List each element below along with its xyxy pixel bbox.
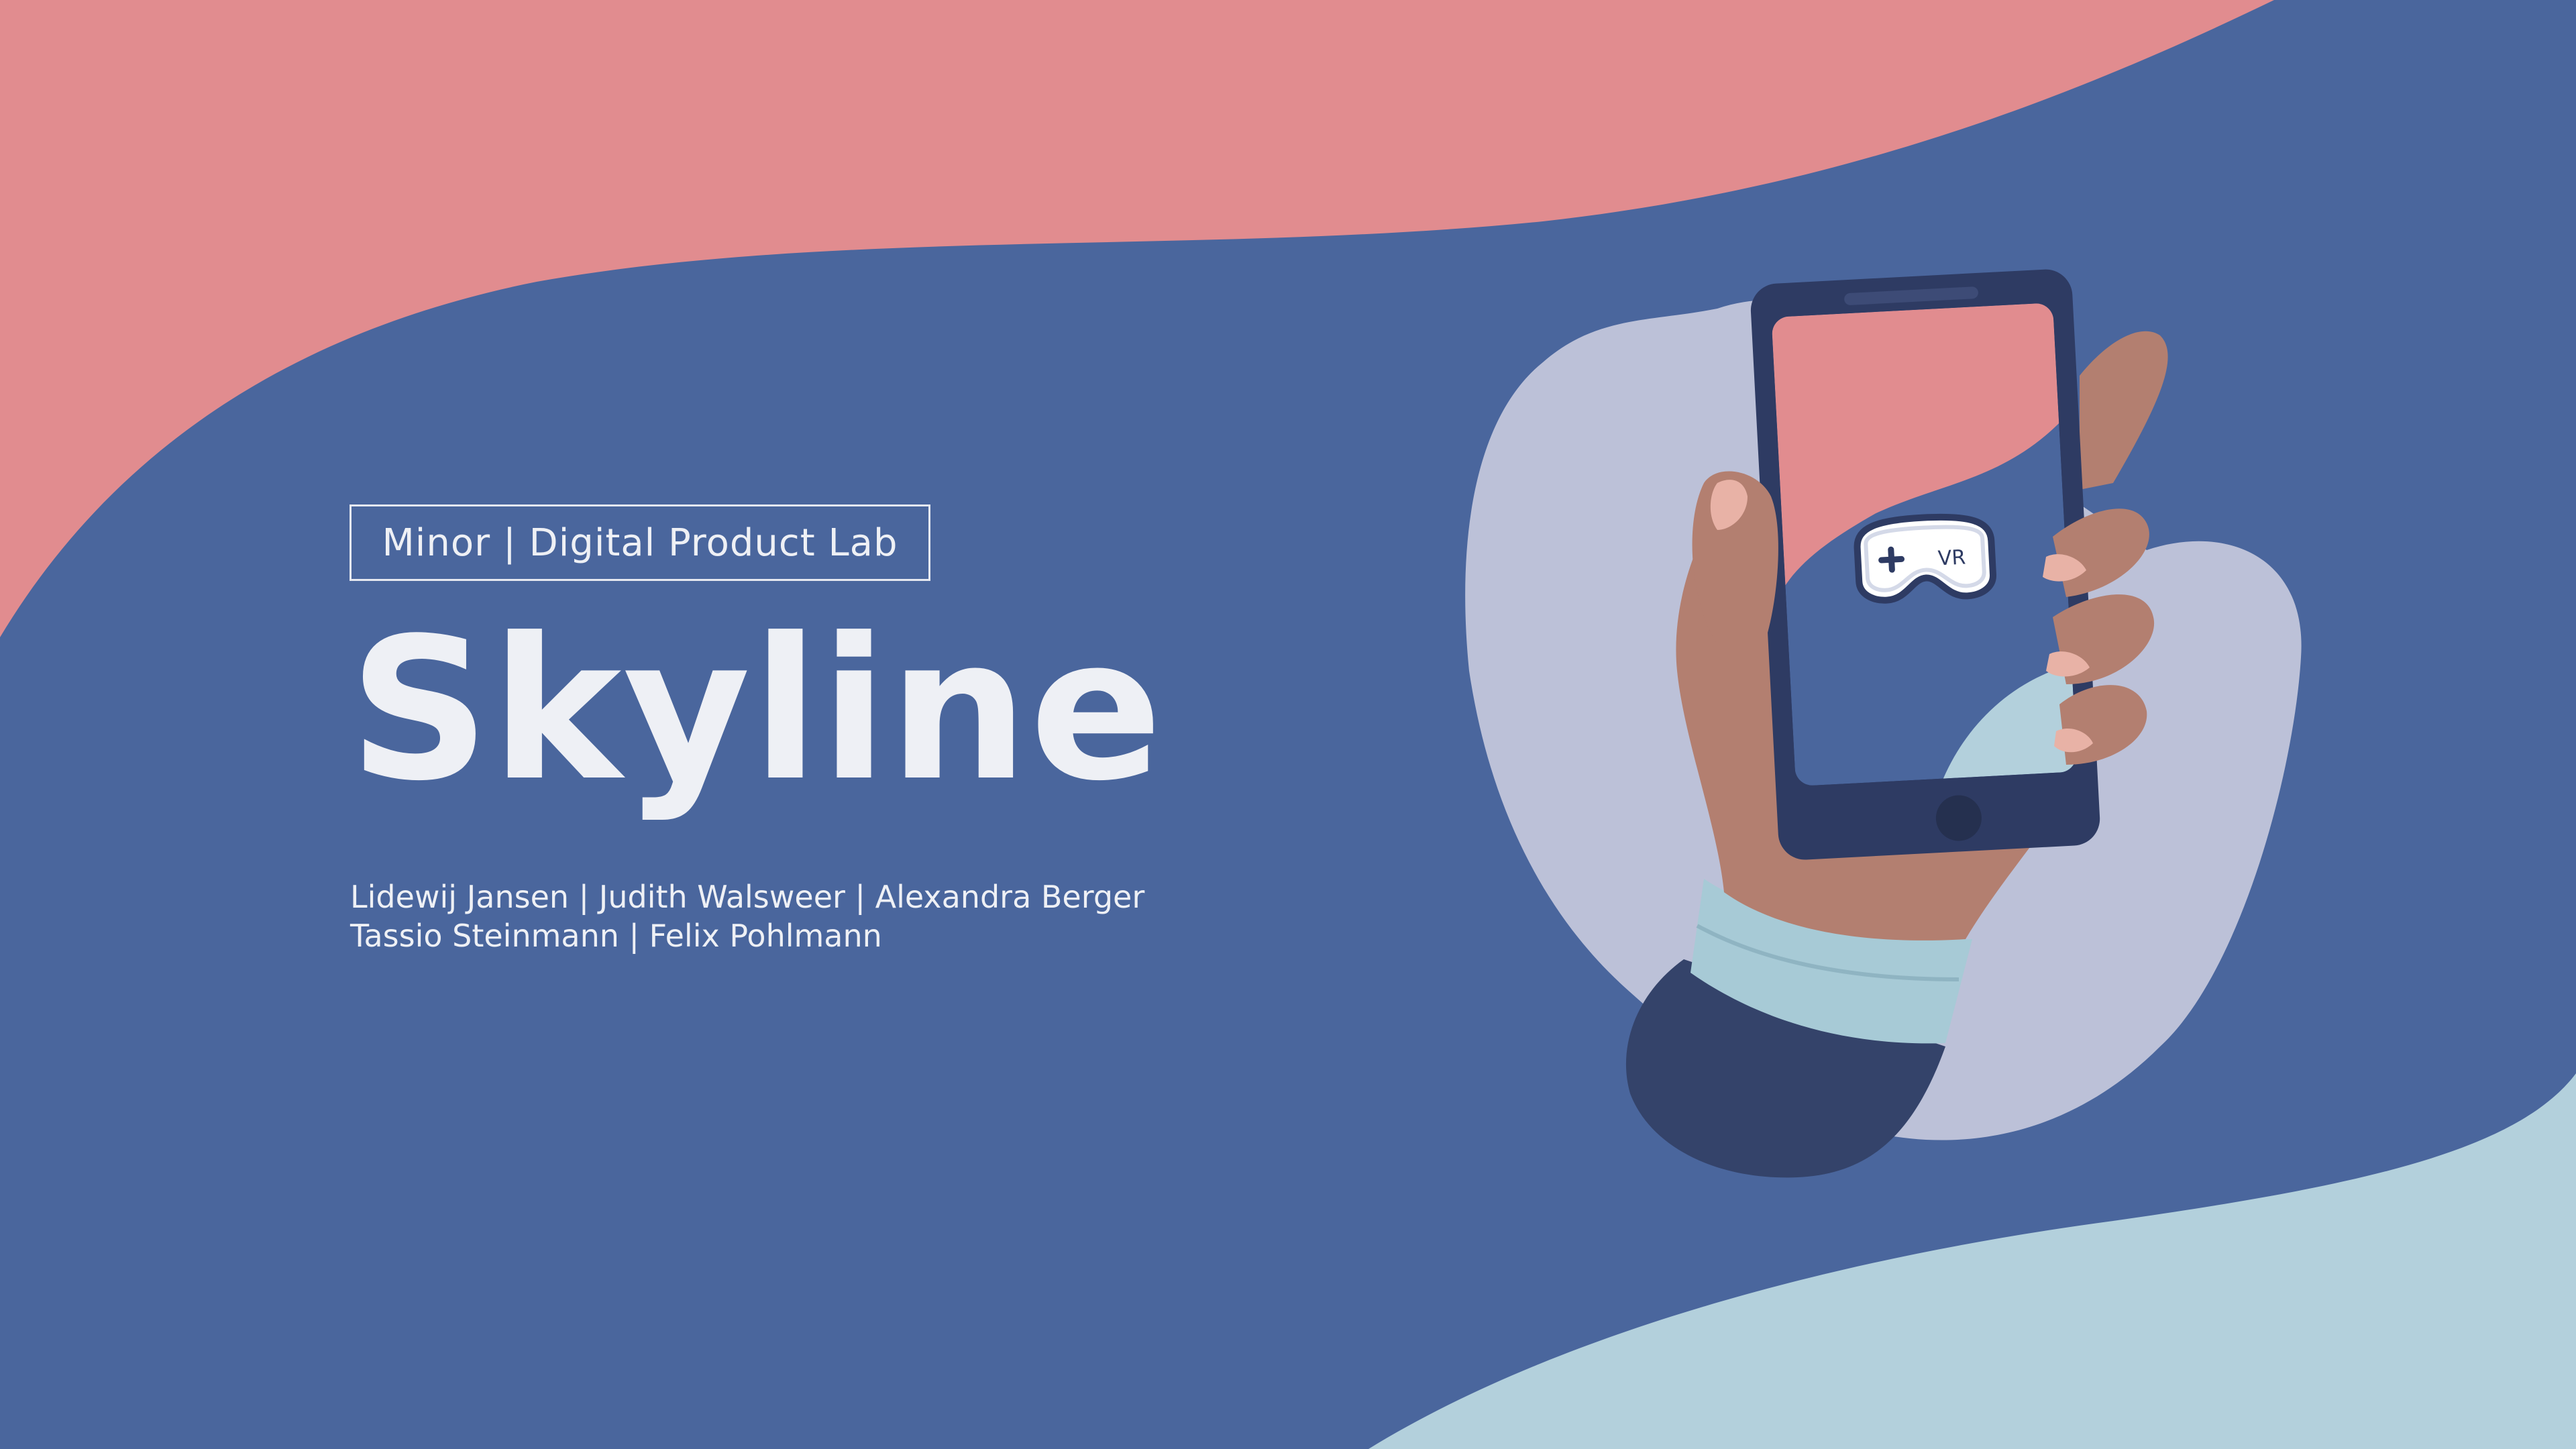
vr-label: VR bbox=[1937, 545, 1966, 570]
finger-top bbox=[2080, 331, 2168, 490]
hand-holding-phone-illustration: VR bbox=[1465, 269, 2302, 1178]
title-slide: Minor | Digital Product Lab Skyline Lide… bbox=[0, 0, 2576, 1449]
